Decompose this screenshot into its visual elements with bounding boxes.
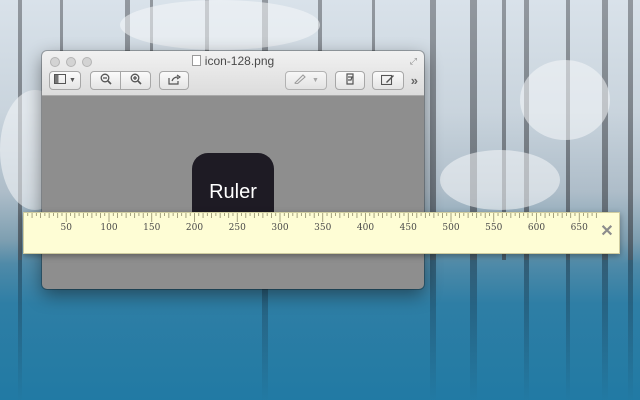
ruler-tick-label: 300	[271, 223, 288, 233]
reflection	[628, 260, 633, 400]
ruler-tick-label: 650	[571, 223, 588, 233]
rotate-button[interactable]	[335, 71, 365, 90]
zoom-in-icon	[130, 73, 142, 88]
ruler-tick-label: 250	[229, 223, 246, 233]
reflection	[524, 260, 529, 400]
ruler-tick-label: 550	[485, 223, 502, 233]
edit-button[interactable]	[372, 71, 404, 90]
reflection	[566, 260, 570, 400]
sidebar-view-icon	[54, 74, 67, 87]
zoom-out-button[interactable]	[91, 72, 120, 89]
markup-toolbar-button[interactable]: ▼	[285, 71, 327, 90]
ruler-tick-label: 450	[400, 223, 417, 233]
edit-icon	[380, 74, 395, 88]
reflection	[602, 260, 608, 400]
markup-pen-icon	[293, 74, 307, 87]
more-icon[interactable]: »	[411, 73, 418, 88]
share-button[interactable]	[159, 71, 189, 90]
snow	[440, 150, 560, 210]
chevron-down-icon: ▼	[69, 77, 76, 84]
window-title: icon-128.png	[204, 54, 275, 68]
ruler-overlay[interactable]: 50 100 150 200 250 300 350 400 450 500 550 600 650 ✕	[23, 212, 620, 254]
ruler-tick-label: 600	[528, 223, 545, 233]
view-menu-button[interactable]: ▼	[49, 71, 81, 90]
ruler-scale: 50 100 150 200 250 300 350 400 450 500 550 600 650	[27, 213, 597, 233]
reflection	[430, 260, 436, 400]
tree	[628, 0, 633, 260]
fullscreen-icon[interactable]: ⤢	[410, 56, 417, 67]
zoom-in-button[interactable]	[120, 72, 150, 89]
ruler-tick-label: 500	[442, 223, 459, 233]
ruler-tick-label: 150	[143, 223, 160, 233]
zoom-out-icon	[100, 73, 112, 88]
window-title-container: icon-128.png	[42, 54, 424, 68]
document-icon	[191, 55, 201, 66]
ruler-tick-label: 400	[357, 223, 374, 233]
close-icon[interactable]: ✕	[600, 224, 614, 240]
ruler-tick-label: 50	[61, 223, 73, 233]
snow	[520, 60, 610, 140]
rotate-icon	[345, 73, 356, 88]
ruler-tick-label: 200	[186, 223, 203, 233]
reflection	[470, 260, 477, 400]
ruler-tick-label: 350	[314, 223, 331, 233]
ruler-tick-label: 100	[100, 223, 117, 233]
snow	[120, 0, 320, 50]
chevron-down-icon: ▼	[312, 77, 319, 84]
share-icon	[167, 74, 181, 88]
window-titlebar[interactable]: icon-128.png ⤢ ▼ ▼ »	[42, 51, 424, 96]
zoom-control	[90, 71, 151, 90]
app-icon-label: Ruler	[209, 181, 257, 203]
reflection	[18, 260, 22, 400]
